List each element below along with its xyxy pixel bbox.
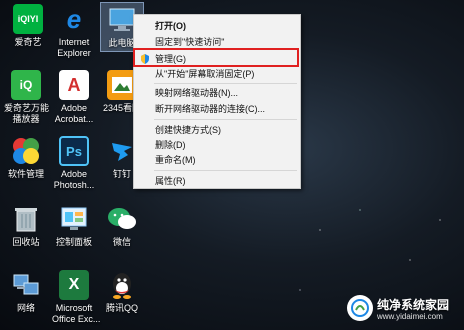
- menu-item-create-shortcut[interactable]: 创建快捷方式(S): [134, 123, 300, 137]
- desktop-icon-wechat[interactable]: 微信: [100, 204, 144, 248]
- control-panel-icon: [59, 204, 89, 234]
- watermark-logo-icon: [347, 295, 373, 321]
- software-manager-icon: [11, 136, 41, 166]
- menu-item-rename[interactable]: 重命名(M): [134, 153, 300, 167]
- desktop-icon-iqiyi[interactable]: iQIYI 爱奇艺: [6, 4, 50, 48]
- menu-item-map-network-drive[interactable]: 映射网络驱动器(N)...: [134, 86, 300, 100]
- wechat-icon: [107, 204, 137, 234]
- desktop-icon-network[interactable]: 网络: [4, 270, 48, 314]
- desktop-icon-iqiyi-player[interactable]: iQ 爱奇艺万能 播放器: [4, 70, 49, 125]
- desktop-icon-internet-explorer[interactable]: e Internet Explorer: [52, 4, 96, 59]
- menu-separator: [154, 170, 297, 171]
- context-menu: 打开(O) 固定到"快速访问" 管理(G) 从"开始"屏幕取消固定(P) 映射网…: [133, 14, 301, 189]
- watermark-title: 纯净系统家园: [377, 298, 450, 312]
- menu-separator: [154, 119, 297, 120]
- desktop-icon-qq[interactable]: 腾讯QQ: [100, 270, 144, 314]
- iqiyi-icon: iQIYI: [13, 4, 43, 34]
- photoshop-icon: Ps: [59, 136, 89, 166]
- menu-item-unpin-start[interactable]: 从"开始"屏幕取消固定(P): [134, 67, 300, 81]
- menu-separator: [154, 83, 297, 84]
- menu-item-delete[interactable]: 删除(D): [134, 138, 300, 152]
- highlight-box: [133, 48, 299, 67]
- desktop-icon-adobe-acrobat[interactable]: A Adobe Acrobat...: [52, 70, 96, 125]
- network-icon: [11, 270, 41, 300]
- watermark-url: www.yidaimei.com: [377, 312, 443, 321]
- recycle-bin-icon: [11, 204, 41, 234]
- excel-icon: X: [59, 270, 89, 300]
- desktop-icon-software-manager[interactable]: 软件管理: [4, 136, 48, 180]
- menu-item-disconnect-network-drive[interactable]: 断开网络驱动器的连接(C)...: [134, 102, 300, 116]
- desktop-icon-recycle-bin[interactable]: 回收站: [4, 204, 48, 248]
- menu-item-properties[interactable]: 属性(R): [134, 174, 300, 188]
- desktop-icon-excel[interactable]: X Microsoft Office Exc...: [52, 270, 100, 325]
- desktop-icon-photoshop[interactable]: Ps Adobe Photosh...: [52, 136, 96, 191]
- menu-item-pin-quick-access[interactable]: 固定到"快速访问": [134, 35, 300, 49]
- iqiyi-player-icon: iQ: [11, 70, 41, 100]
- watermark: 纯净系统家园 www.yidaimei.com: [347, 294, 457, 326]
- adobe-acrobat-icon: A: [59, 70, 89, 100]
- qq-icon: [107, 270, 137, 300]
- internet-explorer-icon: e: [66, 3, 82, 34]
- desktop-icon-control-panel[interactable]: 控制面板: [52, 204, 96, 248]
- menu-item-open[interactable]: 打开(O): [134, 19, 300, 33]
